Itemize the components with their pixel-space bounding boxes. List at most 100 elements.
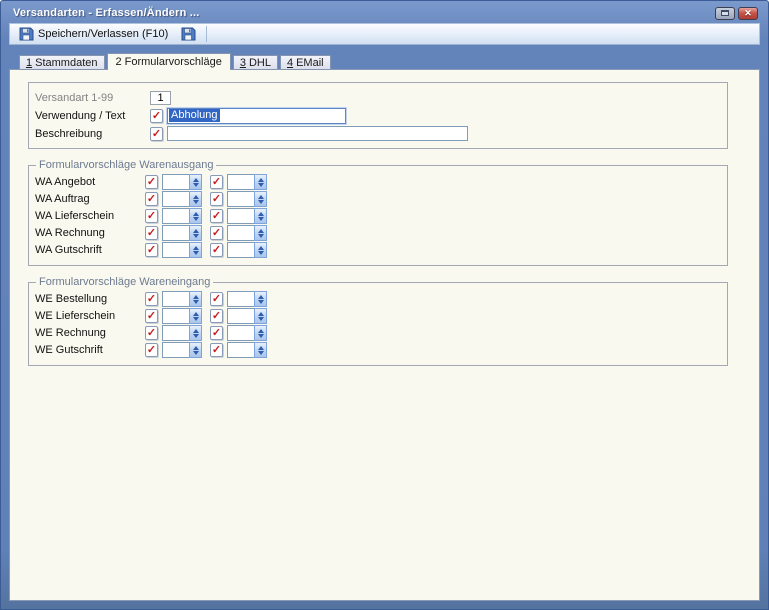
tab-dhl[interactable]: 3 DHL <box>232 55 278 70</box>
form-number-input[interactable] <box>227 242 254 258</box>
form-row: WA Gutschrift ✓ ✓ <box>35 242 721 258</box>
spinner-arrows-icon[interactable] <box>254 191 267 207</box>
form-number-spinner <box>227 191 267 207</box>
dialog-window: Versandarten - Erfassen/Ändern ... ✕ Spe… <box>0 0 769 610</box>
form-number-input[interactable] <box>227 325 254 341</box>
tab-stammdaten[interactable]: 1 Stammdaten <box>19 55 105 70</box>
spinner-arrows-icon[interactable] <box>189 342 202 358</box>
spinner-arrows-icon[interactable] <box>254 242 267 258</box>
spinner-arrows-icon[interactable] <box>189 208 202 224</box>
spinner-arrows-icon[interactable] <box>189 225 202 241</box>
check-icon[interactable]: ✓ <box>145 192 158 206</box>
check-icon[interactable]: ✓ <box>145 292 158 306</box>
spinner-arrows-icon[interactable] <box>254 291 267 307</box>
verwendung-label: Verwendung / Text <box>35 109 126 122</box>
restore-window-button[interactable] <box>715 6 735 20</box>
form-number-input[interactable] <box>227 208 254 224</box>
check-icon[interactable]: ✓ <box>210 243 223 257</box>
check-icon[interactable]: ✓ <box>145 309 158 323</box>
form-number-input[interactable] <box>162 174 189 190</box>
check-icon[interactable]: ✓ <box>145 243 158 257</box>
title-bar[interactable]: Versandarten - Erfassen/Ändern ... ✕ <box>9 1 760 23</box>
form-number-input[interactable] <box>162 191 189 207</box>
check-icon[interactable]: ✓ <box>210 192 223 206</box>
check-icon[interactable]: ✓ <box>210 309 223 323</box>
save-exit-button[interactable]: Speichern/Verlassen (F10) <box>13 24 173 44</box>
form-number-spinner <box>162 291 202 307</box>
row-label: WA Auftrag <box>35 193 90 205</box>
form-number-spinner <box>162 174 202 190</box>
spinner-arrows-icon[interactable] <box>254 325 267 341</box>
spinner-arrows-icon[interactable] <box>254 174 267 190</box>
close-window-button[interactable]: ✕ <box>738 6 758 20</box>
spinner-arrows-icon[interactable] <box>189 325 202 341</box>
form-row: WE Rechnung ✓ ✓ <box>35 325 721 341</box>
spinner-arrows-icon[interactable] <box>189 242 202 258</box>
form-row: Beschreibung ✓ <box>35 125 721 142</box>
check-icon[interactable]: ✓ <box>145 343 158 357</box>
spinner-arrows-icon[interactable] <box>189 308 202 324</box>
form-number-spinner <box>227 242 267 258</box>
form-number-spinner <box>162 242 202 258</box>
spinner-arrows-icon[interactable] <box>254 225 267 241</box>
restore-icon <box>721 10 729 16</box>
check-icon[interactable]: ✓ <box>210 326 223 340</box>
check-icon[interactable]: ✓ <box>150 108 163 123</box>
spinner-arrows-icon[interactable] <box>254 208 267 224</box>
form-row: Versandart 1-99 <box>35 89 721 106</box>
tab-hotkey: 1 <box>26 56 33 69</box>
check-icon[interactable]: ✓ <box>145 175 158 189</box>
form-row: WE Gutschrift ✓ ✓ <box>35 342 721 358</box>
check-icon[interactable]: ✓ <box>145 326 158 340</box>
form-number-input[interactable] <box>162 325 189 341</box>
spinner-arrows-icon[interactable] <box>254 342 267 358</box>
tab-hotkey: 3 <box>239 56 246 69</box>
check-icon[interactable]: ✓ <box>145 226 158 240</box>
beschreibung-label: Beschreibung <box>35 127 103 140</box>
selected-text: Abholung <box>169 109 220 122</box>
spinner-arrows-icon[interactable] <box>189 191 202 207</box>
form-number-spinner <box>227 208 267 224</box>
save-button[interactable] <box>175 24 201 44</box>
form-number-input[interactable] <box>162 342 189 358</box>
form-number-input[interactable] <box>162 308 189 324</box>
check-icon[interactable]: ✓ <box>145 209 158 223</box>
tab-strip: 1 Stammdaten 2 Formularvorschläge 3 DHL … <box>19 53 760 70</box>
spinner-arrows-icon[interactable] <box>189 291 202 307</box>
check-icon[interactable]: ✓ <box>210 175 223 189</box>
toolbar: Speichern/Verlassen (F10) <box>9 23 760 45</box>
beschreibung-input[interactable] <box>167 126 468 141</box>
form-number-input[interactable] <box>227 225 254 241</box>
tab-hotkey: 4 <box>286 56 294 69</box>
spinner-arrows-icon[interactable] <box>254 308 267 324</box>
row-label: WA Lieferschein <box>35 210 115 222</box>
form-number-input[interactable] <box>162 225 189 241</box>
tab-label: DHL <box>248 56 271 69</box>
check-icon[interactable]: ✓ <box>210 292 223 306</box>
form-number-input[interactable] <box>162 208 189 224</box>
form-number-input[interactable] <box>227 174 254 190</box>
spinner-arrows-icon[interactable] <box>189 174 202 190</box>
versandart-input[interactable] <box>150 90 171 105</box>
check-icon[interactable]: ✓ <box>150 126 163 141</box>
form-number-spinner <box>162 342 202 358</box>
save-icon <box>181 27 196 41</box>
row-label: WA Gutschrift <box>35 244 102 256</box>
form-number-input[interactable] <box>227 308 254 324</box>
form-number-input[interactable] <box>162 291 189 307</box>
row-label: WE Bestellung <box>35 293 108 305</box>
form-number-input[interactable] <box>162 242 189 258</box>
check-icon[interactable]: ✓ <box>210 226 223 240</box>
form-number-spinner <box>162 225 202 241</box>
check-icon[interactable]: ✓ <box>210 343 223 357</box>
row-label: WE Lieferschein <box>35 310 116 322</box>
form-number-input[interactable] <box>227 291 254 307</box>
tab-formularvorschlaege[interactable]: 2 Formularvorschläge <box>106 53 231 70</box>
form-row: WE Bestellung ✓ ✓ <box>35 291 721 307</box>
form-number-spinner <box>162 191 202 207</box>
check-icon[interactable]: ✓ <box>210 209 223 223</box>
form-number-input[interactable] <box>227 191 254 207</box>
verwendung-input[interactable]: Abholung <box>167 107 346 124</box>
form-number-input[interactable] <box>227 342 254 358</box>
tab-email[interactable]: 4 EMail <box>279 55 331 70</box>
